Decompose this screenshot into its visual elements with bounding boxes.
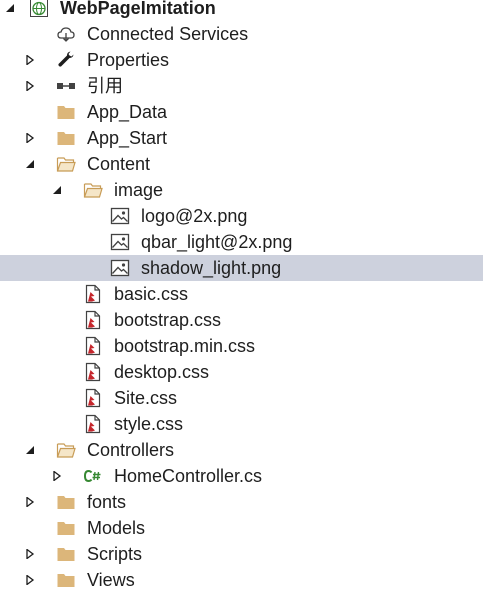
tree-item-label: basic.css	[114, 284, 189, 304]
expanded-arrow-icon[interactable]	[52, 185, 62, 195]
tree-item-shadow-png[interactable]: shadow_light.png	[0, 255, 483, 281]
tree-item-label: fonts	[87, 492, 127, 512]
folder-icon	[57, 496, 75, 509]
folder-icon	[57, 574, 75, 587]
tree-item-label: bootstrap.min.css	[114, 336, 256, 356]
folder-icon	[57, 522, 75, 535]
tree-item-bootstrap-min-css[interactable]: bootstrap.min.css	[0, 333, 483, 359]
tree-item-properties[interactable]: Properties	[0, 47, 483, 73]
tree-item-label: Models	[87, 518, 146, 538]
tree-item-logo-png[interactable]: logo@2x.png	[0, 203, 483, 229]
tree-item-app-data[interactable]: App_Data	[0, 99, 483, 125]
tree-item-controllers[interactable]: Controllers	[0, 437, 483, 463]
tree-item-content[interactable]: Content	[0, 151, 483, 177]
open-folder-icon	[56, 157, 76, 172]
expanded-arrow-icon[interactable]	[5, 3, 15, 13]
wrench-icon	[58, 51, 74, 67]
tree-item-bootstrap-css[interactable]: bootstrap.css	[0, 307, 483, 333]
open-folder-icon	[56, 443, 76, 458]
tree-item-label: App_Data	[87, 102, 168, 122]
references-icon	[57, 83, 75, 89]
web-project-icon	[30, 0, 48, 17]
collapsed-arrow-icon[interactable]	[25, 81, 35, 91]
tree-item-qbar-png[interactable]: qbar_light@2x.png	[0, 229, 483, 255]
tree-item-label: App_Start	[87, 128, 168, 148]
tree-item-label: shadow_light.png	[141, 258, 282, 278]
css-file-icon	[85, 284, 101, 304]
tree-item-label: Content	[87, 154, 151, 174]
image-file-icon	[110, 233, 130, 251]
tree-item-label: Scripts	[87, 544, 143, 564]
tree-item-connected-services[interactable]: Connected Services	[0, 21, 483, 47]
collapsed-arrow-icon[interactable]	[25, 133, 35, 143]
expanded-arrow-icon[interactable]	[25, 159, 35, 169]
tree-item-label: logo@2x.png	[141, 206, 248, 226]
tree-item-label: desktop.css	[114, 362, 210, 382]
tree-item-label: qbar_light@2x.png	[141, 232, 293, 252]
css-file-icon	[85, 362, 101, 382]
tree-item-models[interactable]: Models	[0, 515, 483, 541]
tree-item-scripts[interactable]: Scripts	[0, 541, 483, 567]
csharp-file-icon	[83, 469, 101, 483]
collapsed-arrow-icon[interactable]	[25, 575, 35, 585]
open-folder-icon	[83, 183, 103, 198]
tree-item-style-css[interactable]: style.css	[0, 411, 483, 437]
tree-item-image-folder[interactable]: image	[0, 177, 483, 203]
folder-icon	[57, 132, 75, 145]
tree-item-project[interactable]: WebPageImitation	[0, 0, 483, 21]
css-file-icon	[85, 388, 101, 408]
tree-item-site-css[interactable]: Site.css	[0, 385, 483, 411]
tree-item-label: Site.css	[114, 388, 178, 408]
tree-item-label: HomeController.cs	[114, 466, 263, 486]
css-file-icon	[85, 414, 101, 434]
image-file-icon	[110, 259, 130, 277]
tree-item-fonts[interactable]: fonts	[0, 489, 483, 515]
tree-item-label: Properties	[87, 50, 170, 70]
cloud-icon	[57, 27, 75, 42]
tree-item-label: style.css	[114, 414, 184, 434]
collapsed-arrow-icon[interactable]	[25, 497, 35, 507]
css-file-icon	[85, 310, 101, 330]
tree-item-desktop-css[interactable]: desktop.css	[0, 359, 483, 385]
tree-item-home-controller[interactable]: HomeController.cs	[0, 463, 483, 489]
tree-item-views[interactable]: Views	[0, 567, 483, 593]
collapsed-arrow-icon[interactable]	[52, 471, 62, 481]
folder-icon	[57, 106, 75, 119]
tree-item-label: Connected Services	[87, 24, 249, 44]
expanded-arrow-icon[interactable]	[25, 445, 35, 455]
image-file-icon	[110, 207, 130, 225]
tree-item-label: image	[114, 180, 164, 200]
solution-explorer-tree: WebPageImitation Connected Services Prop…	[0, 0, 483, 590]
tree-item-app-start[interactable]: App_Start	[0, 125, 483, 151]
tree-item-label: Views	[87, 570, 135, 590]
tree-item-label: bootstrap.css	[114, 310, 222, 330]
collapsed-arrow-icon[interactable]	[25, 55, 35, 65]
tree-item-label: 引用	[87, 76, 123, 96]
project-name: WebPageImitation	[60, 0, 216, 18]
folder-icon	[57, 548, 75, 561]
collapsed-arrow-icon[interactable]	[25, 549, 35, 559]
tree-item-label: Controllers	[87, 440, 175, 460]
css-file-icon	[85, 336, 101, 356]
tree-item-references[interactable]: 引用	[0, 73, 483, 99]
tree-item-basic-css[interactable]: basic.css	[0, 281, 483, 307]
